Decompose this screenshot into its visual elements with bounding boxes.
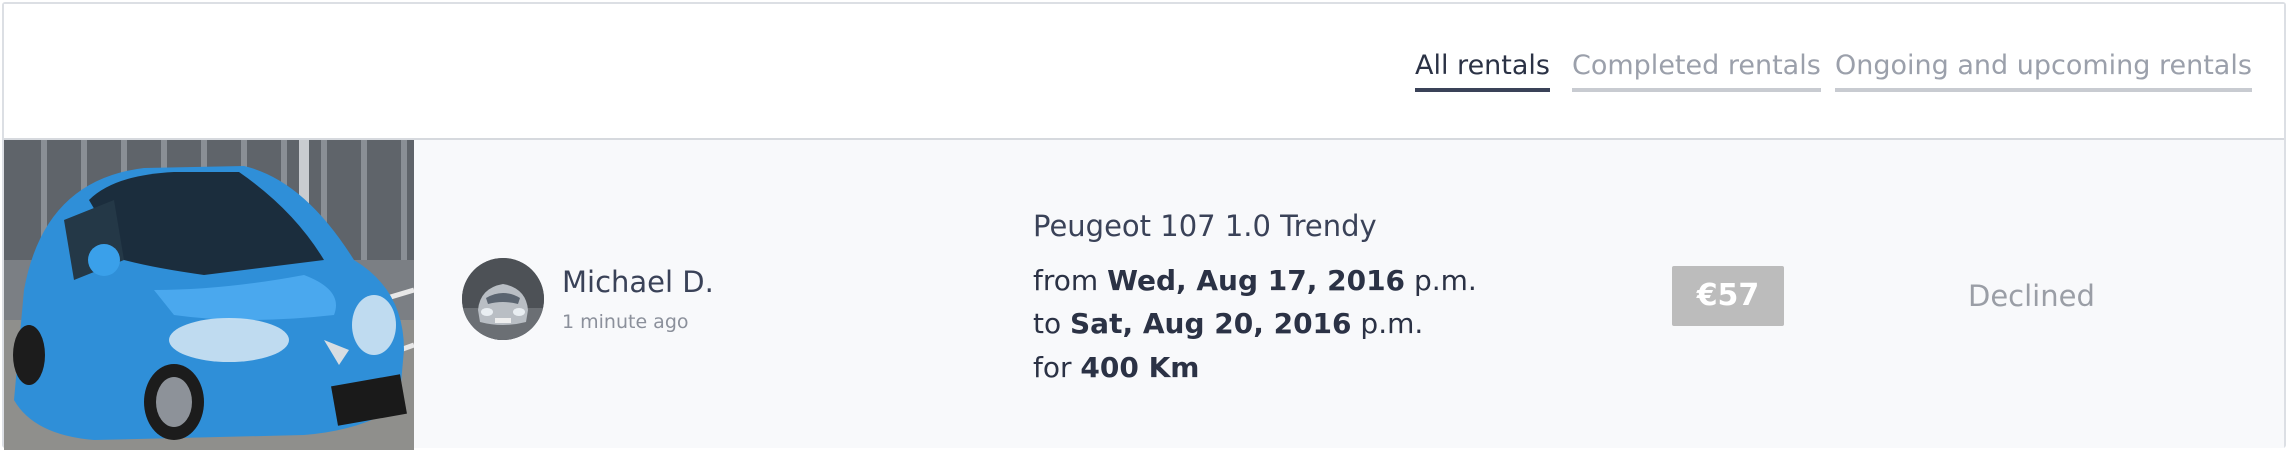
- start-time: p.m.: [1405, 264, 1477, 297]
- start-date: Wed, Aug 17, 2016: [1107, 264, 1406, 297]
- end-time: p.m.: [1351, 307, 1424, 340]
- tab-underline-active: [1415, 88, 1550, 92]
- tab-completed-rentals-label: Completed rentals: [1572, 50, 1821, 81]
- rental-row[interactable]: Michael D. 1 minute ago Peugeot 107 1.0 …: [4, 138, 2284, 450]
- rental-end: to Sat, Aug 20, 2016 p.m.: [1033, 304, 1423, 344]
- owner-name[interactable]: Michael D.: [562, 264, 714, 300]
- owner-avatar[interactable]: [462, 258, 544, 340]
- distance-value: 400 Km: [1080, 351, 1200, 384]
- price-badge: €57: [1672, 266, 1784, 326]
- rental-status: Declined: [1968, 279, 2095, 313]
- rentals-panel: All rentals Completed rentals Ongoing an…: [2, 2, 2286, 450]
- tab-underline: [1572, 88, 1821, 92]
- for-prefix: for: [1033, 351, 1081, 384]
- from-prefix: from: [1033, 264, 1108, 297]
- car-title[interactable]: Peugeot 107 1.0 Trendy: [1033, 206, 1377, 246]
- request-time-ago: 1 minute ago: [562, 311, 689, 333]
- tab-all-rentals-label: All rentals: [1415, 50, 1550, 81]
- tab-ongoing-upcoming-rentals[interactable]: Ongoing and upcoming rentals: [1835, 48, 2252, 92]
- rentals-tabs: All rentals Completed rentals Ongoing an…: [4, 4, 2284, 136]
- tab-underline: [1835, 88, 2252, 92]
- rental-distance: for 400 Km: [1033, 348, 1199, 388]
- tab-all-rentals[interactable]: All rentals: [1415, 48, 1550, 92]
- car-photo[interactable]: [4, 140, 414, 450]
- rental-start: from Wed, Aug 17, 2016 p.m.: [1033, 261, 1477, 301]
- tab-ongoing-upcoming-rentals-label: Ongoing and upcoming rentals: [1835, 50, 2252, 81]
- tab-completed-rentals[interactable]: Completed rentals: [1572, 48, 1821, 92]
- to-prefix: to: [1033, 307, 1071, 340]
- end-date: Sat, Aug 20, 2016: [1070, 307, 1352, 340]
